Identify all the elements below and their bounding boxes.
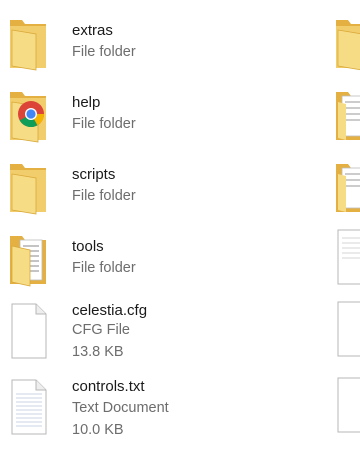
- text-file-icon: [11, 379, 47, 435]
- file-name: tools: [72, 238, 104, 255]
- generic-file-icon: [337, 301, 360, 357]
- file-type: CFG File: [72, 322, 130, 338]
- file-type: File folder: [72, 188, 136, 204]
- folder-icon: [10, 164, 46, 215]
- folder-icon: [336, 20, 360, 71]
- file-name: scripts: [72, 166, 116, 183]
- file-type: File folder: [72, 116, 136, 132]
- folder-with-documents-icon: [336, 164, 360, 212]
- partial-item-right-5[interactable]: [332, 300, 360, 360]
- partial-item-right-1[interactable]: [332, 14, 360, 74]
- file-item-extras[interactable]: extras File folder: [0, 14, 320, 84]
- file-name: extras: [72, 22, 113, 39]
- file-type: File folder: [72, 44, 136, 60]
- file-name: celestia.cfg: [72, 302, 148, 319]
- partial-item-right-3[interactable]: [332, 158, 360, 218]
- file-size: 10.0 KB: [72, 422, 124, 438]
- folder-with-documents-icon: [336, 92, 360, 140]
- file-item-scripts[interactable]: scripts File folder: [0, 158, 320, 228]
- folder-icon: [10, 20, 46, 71]
- folder-with-documents-icon: [10, 236, 46, 287]
- file-item-controls-txt[interactable]: controls.txt Text Document 10.0 KB: [0, 376, 320, 446]
- file-name: controls.txt: [72, 378, 145, 395]
- generic-file-icon: [337, 377, 360, 433]
- partial-item-right-4[interactable]: [332, 228, 360, 288]
- file-type: File folder: [72, 260, 136, 276]
- file-type: Text Document: [72, 400, 169, 416]
- file-item-celestia-cfg[interactable]: celestia.cfg CFG File 13.8 KB: [0, 300, 320, 370]
- chrome-folder-icon: [10, 92, 46, 143]
- generic-file-icon: [11, 303, 47, 359]
- partial-item-right-6[interactable]: [332, 376, 360, 436]
- file-name: help: [72, 94, 101, 111]
- file-size: 13.8 KB: [72, 344, 124, 360]
- file-item-tools[interactable]: tools File folder: [0, 230, 320, 300]
- text-file-icon: [337, 229, 360, 285]
- file-item-help[interactable]: help File folder: [0, 86, 320, 156]
- partial-item-right-2[interactable]: [332, 86, 360, 146]
